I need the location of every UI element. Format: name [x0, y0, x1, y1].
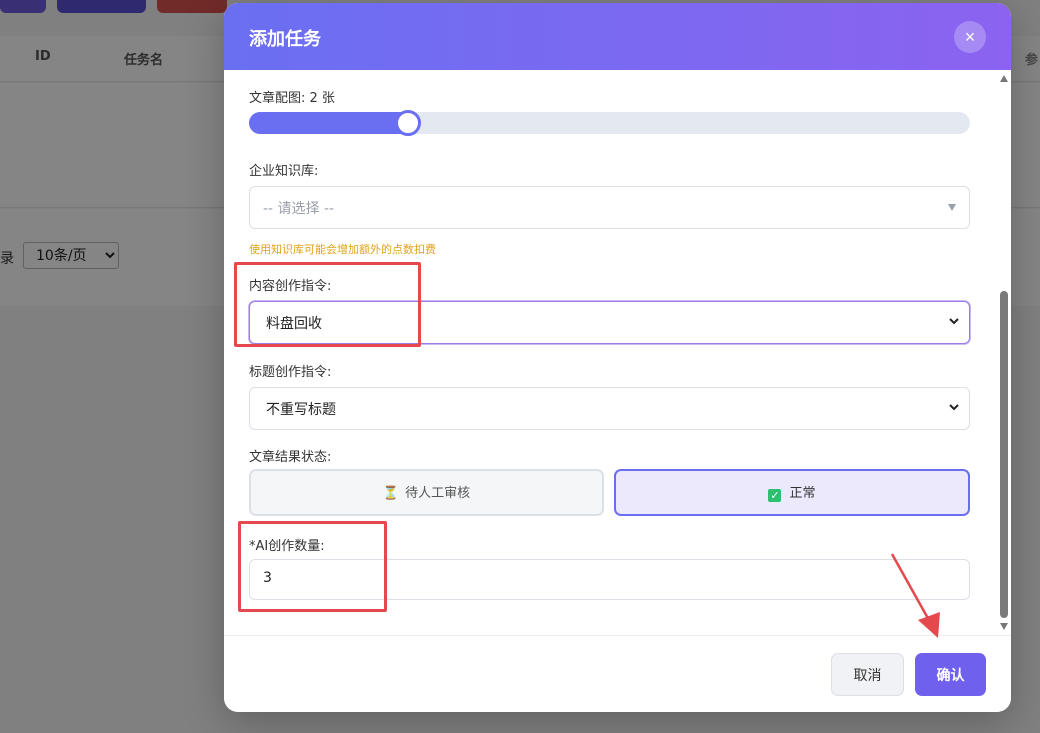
image-count-slider[interactable] [249, 110, 970, 136]
image-count-label: 文章配图: 2 张 [249, 91, 335, 106]
dropdown-triangle-icon [948, 204, 956, 211]
modal-body: 文章配图: 2 张 企业知识库: -- 请选择 -- 使用知识库可能会增加额外的… [224, 70, 1011, 635]
chevron-down-icon [949, 318, 959, 325]
status-option-normal[interactable]: ✓ 正常 [614, 469, 970, 516]
confirm-button[interactable]: 确认 [915, 653, 986, 696]
knowledge-base-select[interactable]: -- 请选择 -- [249, 186, 970, 229]
slider-fill [249, 112, 408, 134]
knowledge-base-label: 企业知识库: [249, 164, 319, 179]
scroll-up-arrow-icon[interactable] [1000, 75, 1008, 82]
modal-scrollbar[interactable] [1000, 75, 1008, 630]
modal-title: 添加任务 [249, 29, 321, 50]
result-status-label: 文章结果状态: [249, 450, 332, 465]
cancel-button[interactable]: 取消 [831, 653, 904, 696]
status-option-pending[interactable]: ⏳ 待人工审核 [249, 469, 604, 516]
ai-count-label: *AI创作数量: [249, 539, 325, 554]
close-icon[interactable]: × [954, 21, 986, 53]
checkmark-icon: ✓ [768, 489, 782, 502]
status-option-normal-label: 正常 [789, 486, 816, 501]
content-instruction-value: 料盘回收 [266, 316, 322, 332]
scroll-down-arrow-icon[interactable] [1000, 623, 1008, 630]
title-instruction-select[interactable]: 不重写标题 [249, 387, 970, 430]
knowledge-base-placeholder: -- 请选择 -- [263, 201, 335, 217]
scrollbar-thumb[interactable] [1000, 291, 1008, 618]
slider-handle[interactable] [395, 110, 421, 136]
title-instruction-value: 不重写标题 [266, 402, 336, 418]
add-task-modal: 添加任务 × 文章配图: 2 张 企业知识库: -- 请选择 -- 使用知识库可… [224, 3, 1011, 712]
modal-footer: 取消 确认 [224, 635, 1011, 712]
content-instruction-label: 内容创作指令: [249, 279, 332, 294]
knowledge-base-hint: 使用知识库可能会增加额外的点数扣费 [249, 243, 436, 256]
ai-count-value: 3 [263, 570, 272, 586]
ai-count-input[interactable]: 3 [249, 559, 970, 600]
modal-header: 添加任务 × [224, 3, 1011, 70]
title-instruction-label: 标题创作指令: [249, 365, 332, 380]
status-option-pending-label: 待人工审核 [405, 486, 471, 501]
hourglass-icon: ⏳ [382, 486, 400, 501]
content-instruction-select[interactable]: 料盘回收 [249, 301, 970, 344]
chevron-down-icon [949, 404, 959, 411]
